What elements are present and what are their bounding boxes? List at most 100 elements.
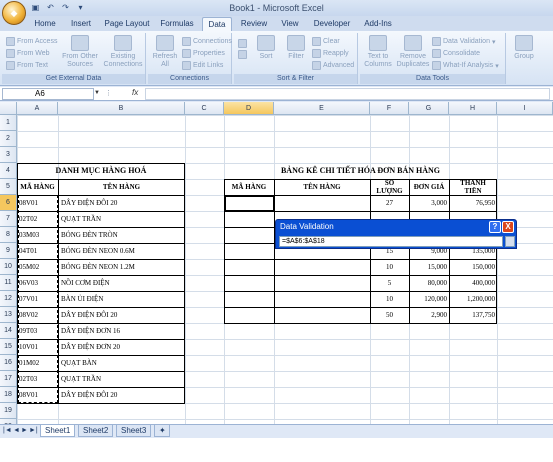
row-header-15[interactable]: 15 [0, 339, 17, 355]
consolidate-button[interactable]: Consolidate [432, 49, 480, 58]
row-header-11[interactable]: 11 [0, 275, 17, 291]
left-name-cell[interactable]: BÓNG ĐÈN NEON 1.2M [61, 259, 183, 275]
tab-developer[interactable]: Developer [308, 17, 356, 31]
left-name-cell[interactable]: DÂY ĐIỆN ĐÔI 20 [61, 387, 183, 403]
left-name-cell[interactable]: BÓNG ĐÈN TRÒN [61, 227, 183, 243]
price-cell[interactable]: 80,000 [411, 275, 447, 291]
remove-duplicates-button[interactable]: Remove Duplicates [396, 35, 430, 69]
clear-button[interactable]: Clear [312, 37, 340, 46]
refresh-all-button[interactable]: Refresh All [150, 35, 180, 69]
right-header-total-1[interactable]: THÀNH [449, 179, 497, 187]
first-sheet-nav-icon[interactable]: |◄ [3, 427, 12, 434]
left-name-cell[interactable]: DÂY ĐIỆN ĐÔI 20 [61, 307, 183, 323]
column-header-g[interactable]: G [409, 102, 449, 115]
left-header-name[interactable]: TÊN HÀNG [58, 179, 185, 195]
total-cell[interactable]: 1,200,000 [451, 291, 495, 307]
sheet-tab-sheet3[interactable]: Sheet3 [116, 425, 152, 437]
range-input[interactable]: =$A$6:$A$18 [279, 236, 503, 247]
sort-button[interactable]: Sort [254, 35, 278, 61]
help-icon[interactable]: ? [489, 221, 501, 233]
properties-button[interactable]: Properties [182, 49, 225, 58]
column-header-d[interactable]: D [224, 102, 274, 115]
insert-function-icon[interactable]: fx [132, 88, 138, 97]
row-header-7[interactable]: 7 [0, 211, 17, 227]
tab-data[interactable]: Data [202, 17, 232, 31]
left-table-title[interactable]: DANH MỤC HÀNG HOÁ [17, 163, 185, 179]
price-cell[interactable]: 2,900 [411, 307, 447, 323]
tab-add-ins[interactable]: Add-Ins [360, 17, 396, 31]
row-header-19[interactable]: 19 [0, 403, 17, 419]
right-header-total-2[interactable]: TIỀN [449, 187, 497, 195]
row-header-13[interactable]: 13 [0, 307, 17, 323]
column-header-e[interactable]: E [274, 102, 370, 115]
total-cell[interactable]: 150,000 [451, 259, 495, 275]
price-cell[interactable]: 120,000 [411, 291, 447, 307]
left-name-cell[interactable]: BÀN ỦI ĐIỆN [61, 291, 183, 307]
tab-home[interactable]: Home [30, 17, 60, 31]
worksheet-grid[interactable]: ABCDEFGHI1234567891011121314151617181920… [0, 102, 553, 424]
qty-cell[interactable]: 50 [372, 307, 407, 323]
qty-cell[interactable]: 27 [372, 195, 407, 211]
from-other-sources-button[interactable]: From Other Sources [60, 35, 100, 69]
row-header-12[interactable]: 12 [0, 291, 17, 307]
edit-links-button[interactable]: Edit Links [182, 61, 223, 70]
price-cell[interactable]: 3,000 [411, 195, 447, 211]
from-access-button[interactable]: From Access [6, 37, 57, 46]
tab-view[interactable]: View [276, 17, 304, 31]
qty-cell[interactable]: 5 [372, 275, 407, 291]
tab-review[interactable]: Review [236, 17, 272, 31]
left-name-cell[interactable]: DÂY ĐIỆN ĐÔI 20 [61, 195, 183, 211]
left-name-cell[interactable]: DÂY ĐIỆN ĐƠN 16 [61, 323, 183, 339]
column-header-i[interactable]: I [497, 102, 553, 115]
name-box-dropdown-icon[interactable]: ▼ [94, 90, 100, 96]
what-if-analysis-button[interactable]: What-If Analysis ▾ [432, 61, 499, 70]
left-name-cell[interactable]: NỒI CƠM ĐIỆN [61, 275, 183, 291]
prev-sheet-nav-icon[interactable]: ◄ [13, 427, 20, 434]
right-table-title[interactable]: BẢNG KÊ CHI TIẾT HÓA ĐƠN BÁN HÀNG [224, 163, 497, 179]
row-header-1[interactable]: 1 [0, 115, 17, 131]
sort-az-button[interactable] [238, 39, 247, 59]
left-name-cell[interactable]: DÂY ĐIỆN ĐƠN 20 [61, 339, 183, 355]
text-to-columns-button[interactable]: Text to Columns [362, 35, 394, 69]
row-header-17[interactable]: 17 [0, 371, 17, 387]
column-header-c[interactable]: C [185, 102, 224, 115]
row-header-5[interactable]: 5 [0, 179, 17, 195]
price-cell[interactable]: 15,000 [411, 259, 447, 275]
row-header-10[interactable]: 10 [0, 259, 17, 275]
row-header-2[interactable]: 2 [0, 131, 17, 147]
existing-connections-button[interactable]: Existing Connections [102, 35, 144, 69]
right-header-qty-1[interactable]: SỐ [370, 179, 409, 187]
left-name-cell[interactable]: QUẠT TRẦN [61, 211, 183, 227]
left-name-cell[interactable]: QUẠT TRẦN [61, 371, 183, 387]
next-sheet-nav-icon[interactable]: ► [21, 427, 28, 434]
expand-dialog-icon[interactable] [505, 236, 515, 247]
row-header-16[interactable]: 16 [0, 355, 17, 371]
tab-page-layout[interactable]: Page Layout [102, 17, 152, 31]
right-header-qty-2[interactable]: LƯỢNG [370, 187, 409, 195]
column-header-h[interactable]: H [449, 102, 497, 115]
tab-insert[interactable]: Insert [64, 17, 98, 31]
qty-cell[interactable]: 10 [372, 291, 407, 307]
close-icon[interactable]: X [502, 221, 514, 233]
sheet-tab-sheet1[interactable]: Sheet1 [40, 425, 76, 437]
data-validation-button[interactable]: Data Validation ▾ [432, 37, 495, 46]
from-text-button[interactable]: From Text [6, 61, 48, 70]
group-button[interactable]: Group [510, 35, 538, 61]
row-header-6[interactable]: 6 [0, 195, 17, 211]
last-sheet-nav-icon[interactable]: ►| [29, 427, 38, 434]
column-header-f[interactable]: F [370, 102, 409, 115]
right-header-code[interactable]: MÃ HÀNG [224, 179, 274, 195]
sheet-tab-sheet2[interactable]: Sheet2 [78, 425, 114, 437]
column-header-a[interactable]: A [17, 102, 58, 115]
row-header-9[interactable]: 9 [0, 243, 17, 259]
active-cell-d6[interactable] [224, 195, 275, 212]
name-box[interactable]: A6 [2, 88, 94, 100]
reapply-button[interactable]: Reapply [312, 49, 349, 58]
insert-sheet-icon[interactable]: ✦ [154, 425, 170, 437]
from-web-button[interactable]: From Web [6, 49, 50, 58]
left-header-code[interactable]: MÃ HÀNG [17, 179, 58, 195]
qty-cell[interactable]: 10 [372, 259, 407, 275]
select-all-corner[interactable] [0, 102, 17, 115]
left-name-cell[interactable]: QUẠT BÀN [61, 355, 183, 371]
right-header-name[interactable]: TÊN HÀNG [274, 179, 370, 195]
